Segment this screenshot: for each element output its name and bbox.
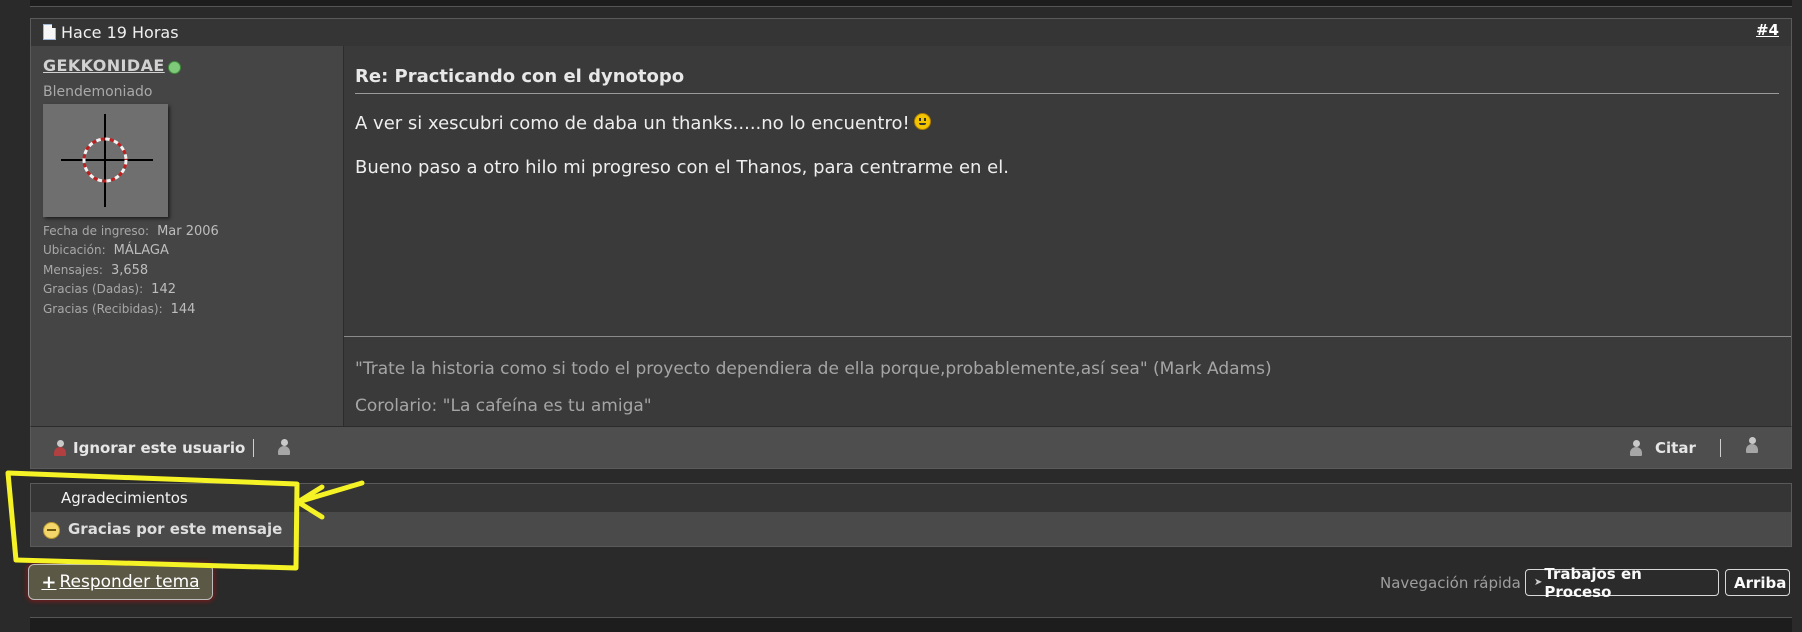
smiley-icon (913, 113, 931, 130)
online-status-icon (168, 61, 181, 74)
title-divider (355, 93, 1779, 94)
user-stats: Fecha de ingreso: Mar 2006 Ubicación: MÁLA… (43, 222, 219, 319)
thanks-icon (43, 522, 60, 539)
post-time: Hace 19 Horas (61, 23, 179, 42)
reply-thread-button[interactable]: + Responder tema (28, 564, 213, 600)
quick-nav-forum-button[interactable]: ➤ Trabajos en Proceso (1525, 565, 1719, 601)
stat-posts: Mensajes: 3,658 (43, 262, 149, 278)
signature-line-2: Corolario: "La cafeína es tu amiga" (355, 396, 652, 416)
quick-nav-label: Navegación rápida (1380, 574, 1521, 592)
post-line-1: A ver si xescubri como de daba un thanks… (355, 113, 910, 134)
username-link[interactable]: GEKKONIDAE (43, 56, 165, 75)
post-line-2: Bueno paso a otro hilo mi progreso con e… (355, 157, 1009, 178)
user-title: Blendemoniado (43, 84, 153, 100)
stat-thanks-received: Gracias (Recibidas): 144 (43, 301, 196, 317)
forum-page: Hace 19 Horas #4 GEKKONIDAE Blendemoniad… (0, 0, 1802, 632)
thanks-header: Agradecimientos (30, 483, 1792, 513)
post-body: GEKKONIDAE Blendemoniado Fecha de ingres… (30, 46, 1792, 427)
thanks-header-label: Agradecimientos (61, 489, 188, 507)
user-info-panel: GEKKONIDAE Blendemoniado Fecha de ingres… (31, 46, 344, 426)
post-header: Hace 19 Horas #4 (30, 18, 1792, 47)
footer-separator (1720, 439, 1721, 457)
bottom-separator (30, 617, 1792, 632)
quote-button[interactable]: Citar (1629, 439, 1696, 457)
multiquote-icon[interactable] (1745, 437, 1759, 453)
quote-icon (1629, 440, 1643, 456)
signature-divider (344, 336, 1791, 337)
plus-icon: + (41, 571, 57, 593)
thanks-row: Gracias por este mensaje (30, 512, 1792, 547)
document-icon (43, 24, 56, 40)
thanks-button[interactable]: Gracias por este mensaje (68, 520, 282, 538)
stat-join-date: Fecha de ingreso: Mar 2006 (43, 224, 219, 239)
back-to-top-button[interactable]: Arriba (1725, 569, 1790, 596)
stat-location: Ubicación: MÁLAGA (43, 243, 169, 259)
post-message: A ver si xescubri como de daba un thanks… (355, 102, 1009, 190)
arrow-icon: ➤ (1534, 577, 1543, 588)
avatar[interactable] (43, 104, 168, 217)
ignore-user-button[interactable]: Ignorar este usuario (53, 439, 245, 457)
footer-separator (253, 439, 254, 457)
stat-thanks-given: Gracias (Dadas): 142 (43, 282, 176, 298)
post-content: Re: Practicando con el dynotopo A ver si… (344, 46, 1791, 426)
report-icon[interactable] (277, 439, 291, 455)
signature-line-1: "Trate la historia como si todo el proye… (355, 359, 1272, 379)
post-number-link[interactable]: #4 (1756, 21, 1779, 39)
signature: "Trate la historia como si todo el proye… (355, 351, 1272, 425)
top-separator (30, 0, 1792, 7)
post-title: Re: Practicando con el dynotopo (355, 66, 685, 87)
post-footer: Ignorar este usuario Citar (30, 426, 1792, 469)
ignore-user-icon (53, 440, 67, 456)
